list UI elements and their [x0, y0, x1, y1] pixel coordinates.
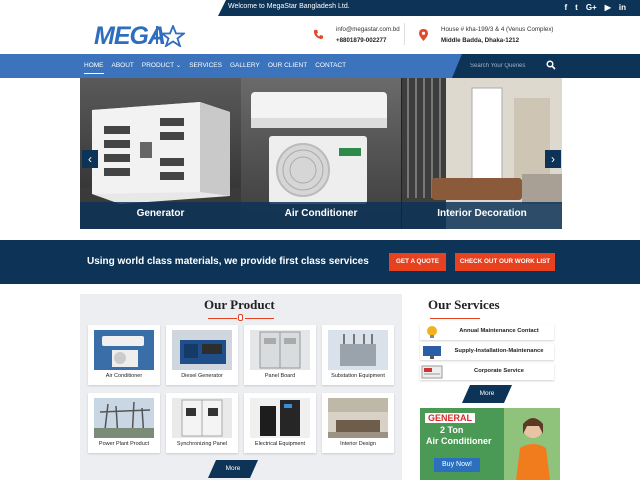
header-divider — [404, 23, 405, 45]
product-card-power-plant-product[interactable]: Power Plant Product — [88, 393, 160, 453]
search-input[interactable] — [470, 60, 540, 72]
slide-caption-generator: Generator — [80, 202, 241, 229]
main-nav: HOME ABOUT PRODUCT ⌄ SERVICES GALLERY OU… — [0, 54, 640, 78]
youtube-icon[interactable]: ▶ — [605, 2, 611, 13]
products-more-button[interactable]: More — [208, 460, 258, 478]
slide-caption-air-conditioner: Air Conditioner — [241, 202, 401, 229]
service-item-corporate[interactable]: Corporate Service — [420, 364, 554, 380]
lightbulb-icon — [427, 326, 437, 338]
product-image — [172, 398, 232, 438]
slider-prev-button[interactable]: ‹ — [82, 150, 98, 168]
slide-generator[interactable]: Generator — [80, 78, 241, 229]
social-links: f t G+ ▶ in — [564, 2, 626, 13]
nav-services[interactable]: SERVICES — [185, 54, 226, 78]
nav-our-client[interactable]: OUR CLIENT — [264, 54, 311, 78]
ad-brand: GENERAL — [425, 413, 476, 423]
product-label: Substation Equipment — [331, 373, 385, 379]
news-icon — [421, 365, 443, 379]
slide-air-conditioner[interactable]: Air Conditioner — [241, 78, 401, 229]
welcome-text: Welcome to MegaStar Bangladesh Ltd. — [228, 3, 350, 10]
address-line-1: House # kha-199/3 & 4 (Venus Complex) — [441, 26, 554, 33]
hero-slider: Generator Air Conditioner Interior Decor… — [80, 78, 562, 229]
services-title: Our Services — [428, 297, 500, 312]
chevron-down-icon: ⌄ — [175, 62, 182, 69]
site-logo[interactable]: MEGA — [94, 22, 166, 51]
nav-about[interactable]: ABOUT — [108, 54, 138, 78]
product-image — [328, 398, 388, 438]
nav-contact[interactable]: CONTACT — [311, 54, 350, 78]
product-card-interior-design[interactable]: Interior Design — [322, 393, 394, 453]
logo-divider — [156, 26, 158, 44]
facebook-icon[interactable]: f — [564, 2, 567, 13]
site-header: MEGA info@megastar.com.bd +8801879-00227… — [0, 16, 640, 54]
product-label: Air Conditioner — [105, 373, 143, 379]
service-label: Corporate Service — [474, 368, 524, 374]
star-logo-icon — [161, 25, 185, 47]
linkedin-icon[interactable]: in — [619, 2, 626, 13]
product-label: Electrical Equipment — [254, 441, 306, 447]
product-label: Diesel Generator — [181, 373, 223, 379]
product-card-panel-board[interactable]: Panel Board — [244, 325, 316, 385]
google-plus-icon[interactable]: G+ — [586, 2, 597, 13]
ad-line-1: 2 Ton — [440, 425, 464, 435]
services-more-button[interactable]: More — [462, 385, 512, 403]
work-list-button[interactable]: CHECK OUT OUR WORK LIST — [455, 253, 555, 271]
products-title: Our Product — [204, 297, 275, 312]
slide-caption-interior-decoration: Interior Decoration — [402, 202, 562, 229]
slide-interior-decoration[interactable]: Interior Decoration — [402, 78, 562, 229]
ad-line-2: Air Conditioner — [426, 436, 492, 446]
nav-product[interactable]: PRODUCT ⌄ — [138, 54, 185, 78]
product-card-diesel-generator[interactable]: Diesel Generator — [166, 325, 238, 385]
ad-model-image — [516, 418, 550, 480]
products-section: Our Product Air Conditioner Diesel Gener… — [80, 294, 402, 480]
service-item-supply-installation[interactable]: Supply-Installation-Maintenance — [420, 344, 554, 360]
service-label: Supply-Installation-Maintenance — [454, 348, 544, 354]
search-icon[interactable] — [546, 60, 556, 70]
buy-now-button[interactable]: Buy Now! — [434, 458, 480, 472]
product-image — [250, 398, 310, 438]
get-quote-button[interactable]: GET A QUOTE — [389, 253, 446, 271]
phone-icon — [312, 29, 324, 41]
cta-banner: Using world class materials, we provide … — [0, 240, 640, 284]
service-item-annual-maintenance[interactable]: Annual Maintenance Contact — [420, 324, 554, 340]
twitter-icon[interactable]: t — [575, 2, 578, 13]
nav-gallery[interactable]: GALLERY — [226, 54, 264, 78]
product-image — [250, 330, 310, 370]
product-label: Interior Design — [340, 441, 376, 447]
location-pin-icon — [417, 29, 429, 41]
contact-email[interactable]: info@megastar.com.bd — [336, 25, 400, 35]
nav-menu: HOME ABOUT PRODUCT ⌄ SERVICES GALLERY OU… — [80, 54, 350, 78]
product-card-air-conditioner[interactable]: Air Conditioner — [88, 325, 160, 385]
title-underline-right — [245, 318, 274, 319]
product-card-synchronizing-panel[interactable]: Synchronizing Panel — [166, 393, 238, 453]
banner-text: Using world class materials, we provide … — [87, 256, 369, 267]
service-label: Annual Maintenance Contact — [459, 328, 539, 334]
product-image — [172, 330, 232, 370]
product-label: Panel Board — [264, 373, 296, 379]
product-label: Synchronizing Panel — [176, 441, 228, 447]
top-bar: Welcome to MegaStar Bangladesh Ltd. f t … — [0, 0, 640, 16]
title-underline-left — [208, 318, 237, 319]
address-line-2: Middle Badda, Dhaka-1212 — [441, 37, 520, 44]
slider-next-button[interactable]: › — [545, 150, 561, 168]
contact-phone[interactable]: +8801879-002277 — [336, 36, 386, 46]
product-image — [94, 398, 154, 438]
ac-advertisement[interactable]: GENERAL 2 Ton Air Conditioner Buy Now! — [420, 408, 560, 480]
services-underline — [430, 318, 480, 319]
nav-home[interactable]: HOME — [80, 54, 108, 78]
monitor-icon — [423, 346, 441, 359]
title-ornament — [238, 314, 243, 321]
product-label: Power Plant Product — [98, 441, 150, 447]
product-card-electrical-equipment[interactable]: Electrical Equipment — [244, 393, 316, 453]
product-card-substation-equipment[interactable]: Substation Equipment — [322, 325, 394, 385]
product-image — [94, 330, 154, 370]
product-image — [328, 330, 388, 370]
